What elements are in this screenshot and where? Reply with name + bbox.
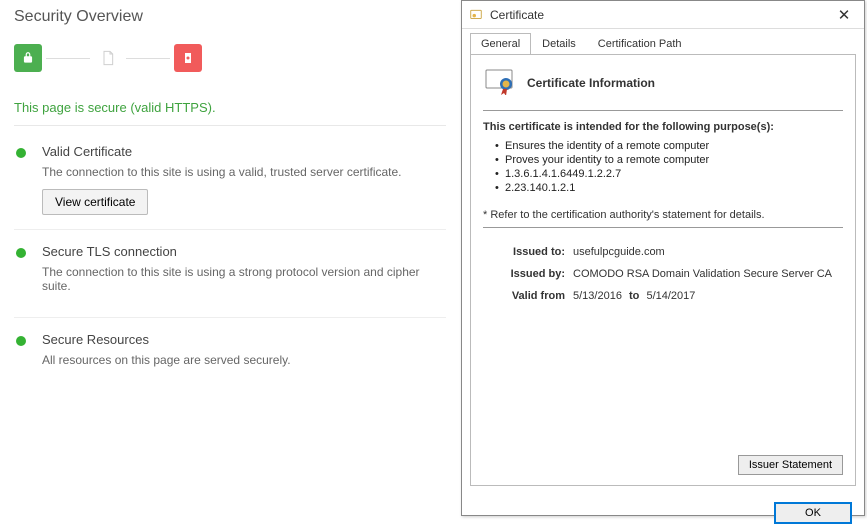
purpose-item: 2.23.140.1.2.1 [505, 181, 843, 195]
issued-by-label: Issued by: [493, 268, 573, 280]
purpose-heading: This certificate is intended for the fol… [483, 121, 843, 133]
valid-to-value: 5/14/2017 [646, 290, 695, 302]
section-desc: The connection to this site is using a s… [42, 265, 446, 293]
tab-strip: General Details Certification Path [462, 29, 864, 54]
cert-info-header: Certificate Information [483, 65, 843, 108]
lock-icon [14, 44, 42, 72]
dialog-titlebar[interactable]: Certificate ✕ [462, 1, 864, 29]
valid-from-value: 5/13/2016 [573, 290, 622, 302]
security-overview-panel: Security Overview This page is secure (v… [0, 0, 460, 518]
close-icon: ✕ [838, 6, 851, 24]
issued-to-label: Issued to: [493, 246, 573, 258]
purpose-item: 1.3.6.1.4.1.6449.1.2.2.7 [505, 167, 843, 181]
status-dot-icon [16, 336, 26, 346]
purpose-list: Ensures the identity of a remote compute… [483, 139, 843, 195]
tab-details[interactable]: Details [531, 33, 587, 54]
section-resources: Secure Resources All resources on this p… [14, 318, 446, 391]
valid-from-label: Valid from [493, 290, 573, 302]
purpose-item: Ensures the identity of a remote compute… [505, 139, 843, 153]
dialog-title: Certificate [490, 8, 824, 22]
refer-note: * Refer to the certification authority's… [483, 209, 843, 221]
dialog-footer: OK [462, 494, 864, 532]
section-valid-certificate: Valid Certificate The connection to this… [14, 130, 446, 230]
issued-to-value: usefulpcguide.com [573, 246, 843, 258]
section-title: Secure Resources [42, 332, 446, 347]
valid-range: 5/13/2016 to 5/14/2017 [573, 290, 843, 302]
divider [483, 227, 843, 228]
document-icon [94, 44, 122, 72]
section-desc: The connection to this site is using a v… [42, 165, 446, 179]
step-divider [46, 58, 90, 59]
close-button[interactable]: ✕ [824, 1, 864, 28]
ok-button[interactable]: OK [774, 502, 852, 524]
tab-body-general: Certificate Information This certificate… [470, 54, 856, 486]
issued-by-value: COMODO RSA Domain Validation Secure Serv… [573, 268, 843, 280]
secure-banner: This page is secure (valid HTTPS). [14, 92, 446, 126]
purpose-item: Proves your identity to a remote compute… [505, 153, 843, 167]
status-dot-icon [16, 248, 26, 258]
status-dot-icon [16, 148, 26, 158]
issuer-statement-button[interactable]: Issuer Statement [738, 455, 843, 475]
certificate-dialog: Certificate ✕ General Details Certificat… [461, 0, 865, 516]
cert-info-heading: Certificate Information [527, 76, 655, 90]
cert-info-grid: Issued to: usefulpcguide.com Issued by: … [483, 238, 843, 302]
tab-general[interactable]: General [470, 33, 531, 54]
view-certificate-button[interactable]: View certificate [42, 189, 148, 215]
section-tls: Secure TLS connection The connection to … [14, 230, 446, 318]
section-title: Valid Certificate [42, 144, 446, 159]
certificate-icon [468, 7, 484, 23]
section-desc: All resources on this page are served se… [42, 353, 446, 367]
step-divider [126, 58, 170, 59]
tab-certification-path[interactable]: Certification Path [587, 33, 693, 54]
page-title: Security Overview [14, 8, 446, 26]
step-indicator [14, 44, 446, 72]
divider [483, 110, 843, 111]
valid-to-label: to [629, 290, 639, 302]
certificate-ribbon-icon [485, 67, 517, 98]
section-title: Secure TLS connection [42, 244, 446, 259]
blocked-icon [174, 44, 202, 72]
